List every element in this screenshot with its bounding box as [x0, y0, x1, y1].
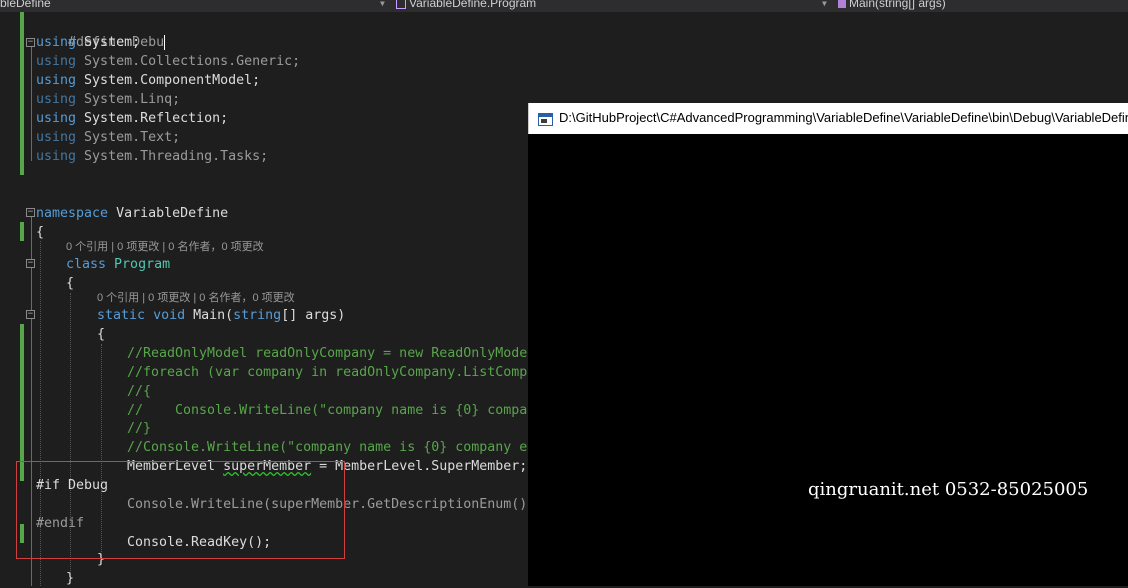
brace: }	[66, 571, 75, 586]
change-marker	[20, 222, 24, 241]
class-name: VariableDefine.Program	[409, 0, 537, 10]
params: [] args)	[281, 308, 346, 323]
code-line-comment: //foreach (var company in readOnlyCompan…	[127, 365, 552, 380]
code-line-using: using System.Collections.Generic;	[36, 52, 300, 71]
text-cursor	[164, 34, 166, 50]
highlight-box	[16, 461, 345, 559]
codelens-class[interactable]: 0 个引用 | 0 项更改 | 0 名作者，0 项更改	[66, 239, 264, 255]
navigation-bar: bleDefine ▼ VariableDefine.Program ▼ Mai…	[0, 0, 1128, 12]
code-line-brace: {	[36, 223, 44, 242]
collapse-toggle[interactable]: −	[26, 208, 35, 217]
void-keyword: void	[153, 308, 186, 323]
code-line-using: using System.Threading.Tasks;	[36, 147, 268, 166]
using-namespace: System.Threading.Tasks;	[84, 149, 269, 164]
code-line-comment: //{	[127, 384, 152, 399]
code-line-brace: }	[66, 569, 74, 588]
code-line-comment: //ReadOnlyModel readOnlyCompany = new Re…	[127, 346, 544, 361]
using-namespace: System.Collections.Generic;	[84, 54, 301, 69]
code-line-main: static void Main(string[] args)	[97, 306, 345, 325]
console-window[interactable]: D:\GitHubProject\C#AdvancedProgramming\V…	[528, 103, 1128, 586]
console-title-bar[interactable]: D:\GitHubProject\C#AdvancedProgramming\V…	[528, 103, 1128, 134]
method-name: Main	[193, 308, 226, 323]
using-keyword: using	[36, 73, 77, 88]
code-line-using: using System.Linq;	[36, 90, 180, 109]
collapse-toggle[interactable]: −	[26, 310, 35, 319]
code-line-using: using System.Text;	[36, 128, 180, 147]
class-keyword: class	[66, 257, 107, 272]
brace: {	[97, 327, 106, 342]
member-name: Main(string[] args)	[849, 0, 946, 10]
using-keyword: using	[36, 35, 77, 50]
using-keyword: using	[36, 149, 77, 164]
namespace-name: VariableDefine	[116, 206, 229, 221]
code-line-brace: {	[97, 325, 105, 344]
project-name: bleDefine	[0, 0, 51, 10]
brace: {	[66, 276, 75, 291]
using-keyword: using	[36, 111, 77, 126]
collapse-toggle[interactable]: −	[26, 259, 35, 268]
watermark-text: qingruanit.net 0532-85025005	[808, 479, 1089, 500]
using-namespace: System.Linq;	[84, 92, 181, 107]
change-marker	[20, 12, 24, 175]
code-line-class: class Program	[66, 255, 170, 274]
chevron-down-icon[interactable]: ▼	[822, 0, 827, 12]
method-icon	[838, 0, 846, 8]
string-keyword: string	[233, 308, 282, 323]
code-line-using: using System.Reflection;	[36, 109, 228, 128]
class-name: Program	[114, 257, 171, 272]
console-title: D:\GitHubProject\C#AdvancedProgramming\V…	[559, 110, 1128, 125]
paren: (	[225, 308, 234, 323]
collapse-toggle[interactable]: −	[26, 38, 35, 47]
code-line-using: using System.ComponentModel;	[36, 71, 260, 90]
class-icon	[396, 0, 406, 9]
code-line-comment: //}	[127, 421, 152, 436]
code-line-define: #define Debu	[36, 14, 166, 50]
code-line-comment: //Console.WriteLine("company name is {0}…	[127, 440, 544, 455]
using-keyword: using	[36, 92, 77, 107]
project-dropdown[interactable]: bleDefine	[0, 0, 51, 11]
code-line-brace: {	[66, 274, 74, 293]
using-namespace: System;	[84, 35, 141, 50]
using-keyword: using	[36, 54, 77, 69]
brace: {	[36, 225, 45, 240]
code-line-comment: // Console.WriteLine("company name is {0…	[127, 403, 544, 418]
using-namespace: System.ComponentModel;	[84, 73, 261, 88]
namespace-keyword: namespace	[36, 206, 109, 221]
codelens-main[interactable]: 0 个引用 | 0 项更改 | 0 名作者，0 项更改	[97, 290, 295, 306]
code-line-namespace: namespace VariableDefine	[36, 204, 228, 223]
using-keyword: using	[36, 130, 77, 145]
outline-line	[31, 46, 32, 161]
using-namespace: System.Reflection;	[84, 111, 229, 126]
using-namespace: System.Text;	[84, 130, 181, 145]
static-keyword: static	[97, 308, 146, 323]
class-dropdown[interactable]: VariableDefine.Program	[396, 0, 536, 11]
chevron-down-icon[interactable]: ▼	[380, 0, 385, 12]
console-app-icon	[538, 113, 553, 126]
member-dropdown[interactable]: Main(string[] args)	[838, 0, 946, 11]
code-line-using: using System;	[36, 33, 140, 52]
